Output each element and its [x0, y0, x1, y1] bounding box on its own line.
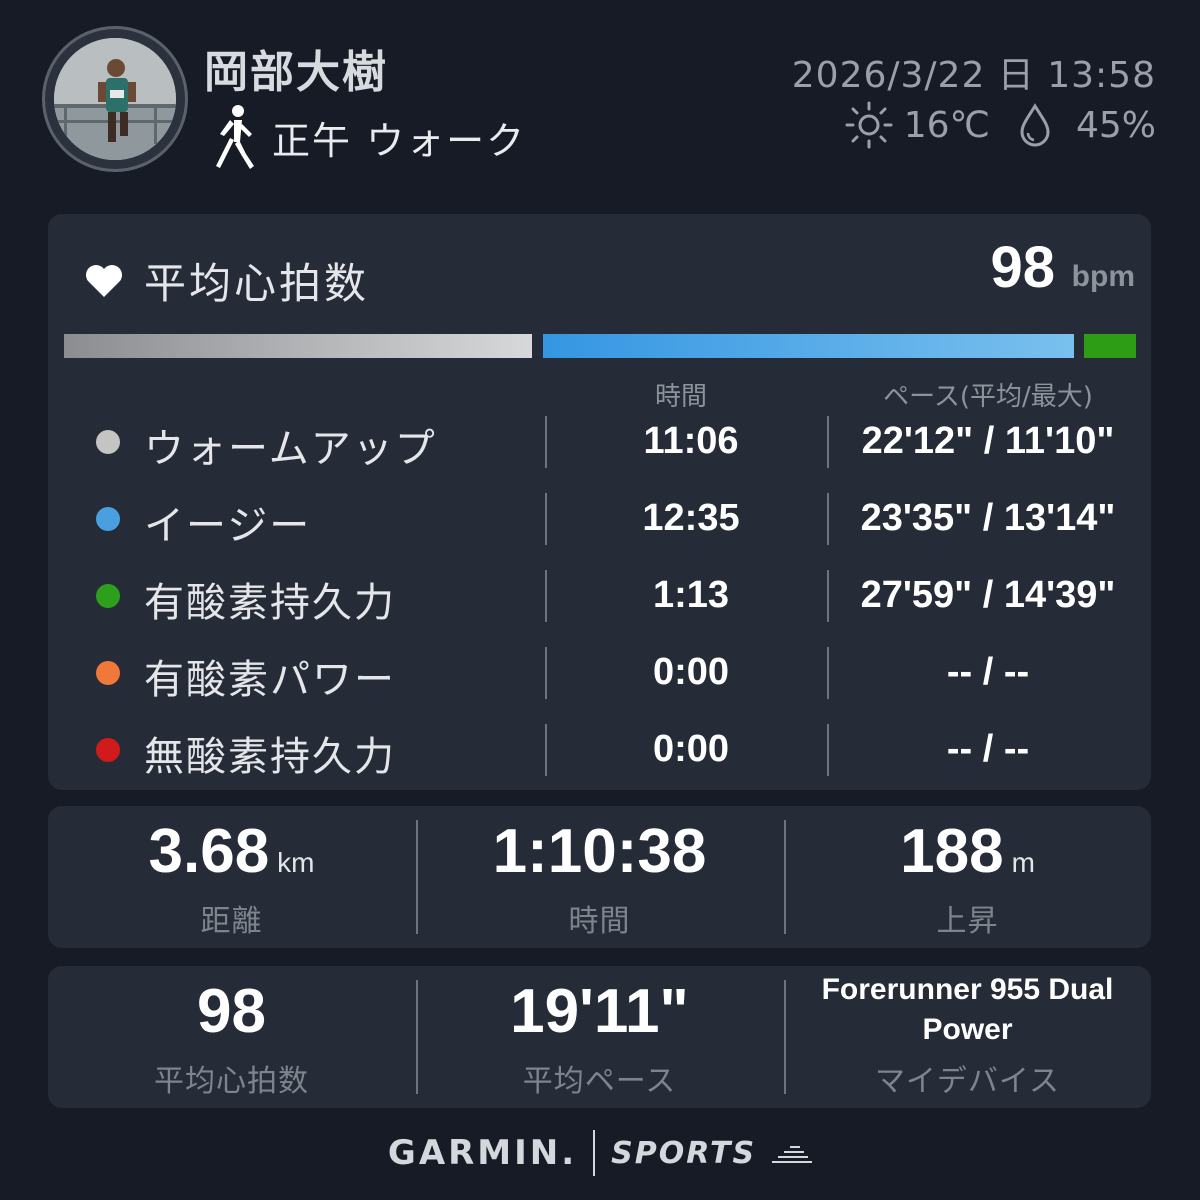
user-name: 岡部大樹 [204, 47, 388, 98]
distance-value: 3.68 [148, 817, 270, 886]
elevation-unit: m [1011, 847, 1035, 878]
divider [545, 416, 547, 468]
heart-rate-zones-card[interactable]: 平均心拍数 98 bpm 時間 ペース(平均/最大) ウォームアップ 11:06… [48, 214, 1151, 790]
sun-icon [845, 101, 893, 149]
elevation-label: 上昇 [936, 904, 999, 939]
duration-value: 1:10:38 [492, 817, 707, 886]
activity-type: 正午 ウォーク [212, 104, 526, 170]
avg-hr-label: 平均心拍数 [154, 1064, 309, 1099]
zone-row: 有酸素パワー 0:00 -- / -- [48, 645, 1151, 703]
heart-icon [86, 264, 122, 297]
hr-title: 平均心拍数 [144, 259, 370, 308]
stat-avg-heart-rate: 98 平均心拍数 [48, 966, 415, 1108]
activity-label: 正午 ウォーク [272, 118, 527, 163]
device-name: Forerunner 955 Dual Power [821, 973, 1114, 1046]
divider [545, 647, 547, 699]
zone-name: 無酸素持久力 [144, 734, 396, 780]
zone-bar-aerobic [1084, 334, 1136, 358]
zone-name: 有酸素持久力 [144, 580, 396, 626]
device-label: マイデバイス [874, 1064, 1061, 1099]
summary-stats-card[interactable]: 3.68 km 距離 1:10:38 時間 188 m 上昇 [48, 806, 1151, 948]
divider [545, 493, 547, 545]
avatar-ring[interactable] [42, 26, 188, 172]
sports-logo-mark [772, 1146, 813, 1163]
zone-pace: -- / -- [946, 728, 1030, 770]
divider [593, 1130, 596, 1176]
zone-name: ウォームアップ [144, 426, 437, 472]
avg-pace-label: 平均ペース [522, 1064, 677, 1099]
hr-unit: bpm [1071, 260, 1135, 293]
detail-stats-card[interactable]: 98 平均心拍数 19'11" 平均ペース Forerunner 955 Dua… [48, 966, 1151, 1108]
avatar[interactable] [54, 38, 176, 160]
zone-pace: -- / -- [946, 651, 1030, 693]
zone-distribution-bar [64, 334, 1136, 358]
hr-average-value: 98 [990, 235, 1055, 300]
stat-duration: 1:10:38 時間 [416, 806, 783, 948]
zone-dot-aerobic-power [96, 661, 120, 685]
garmin-logo: GARMIN. [387, 1133, 578, 1173]
zone-dot-aerobic-base [96, 584, 120, 608]
col-header-pace: ペース(平均/最大) [883, 382, 1093, 412]
stat-avg-pace: 19'11" 平均ペース [416, 966, 783, 1108]
zone-dot-warmup [96, 430, 120, 454]
activity-datetime: 2026/3/22 日 13:58 [791, 55, 1156, 96]
zone-time: 12:35 [642, 497, 740, 539]
zone-pace: 23'35" / 13'14" [860, 497, 1116, 539]
divider [827, 724, 829, 776]
water-drop-icon [1020, 103, 1050, 147]
footer-branding: GARMIN. SPORTS [0, 1130, 1200, 1176]
zone-row: ウォームアップ 11:06 22'12" / 11'10" [48, 414, 1151, 472]
walking-person-icon [216, 105, 254, 169]
zone-name: イージー [144, 503, 312, 549]
divider [827, 416, 829, 468]
divider [545, 724, 547, 776]
zone-time: 0:00 [652, 651, 730, 693]
elevation-value: 188 [900, 817, 1004, 886]
zone-time: 0:00 [652, 728, 730, 770]
zone-time: 11:06 [643, 420, 739, 462]
avg-pace-value: 19'11" [510, 977, 689, 1046]
zone-bar-warmup [64, 334, 532, 358]
zone-row: 有酸素持久力 1:13 27'59" / 14'39" [48, 568, 1151, 626]
weather: 16℃ 45% [844, 100, 1156, 150]
zone-dot-easy [96, 507, 120, 531]
col-header-time: 時間 [654, 382, 707, 412]
zone-bar-easy [543, 334, 1074, 358]
zone-row: イージー 12:35 23'35" / 13'14" [48, 491, 1151, 549]
distance-label: 距離 [200, 904, 263, 939]
hr-title-row: 平均心拍数 [84, 250, 369, 311]
divider [827, 570, 829, 622]
stat-elevation-gain: 188 m 上昇 [784, 806, 1151, 948]
sports-logo: SPORTS [611, 1135, 757, 1171]
divider [827, 493, 829, 545]
stat-device: Forerunner 955 Dual Power マイデバイス [784, 966, 1151, 1108]
zone-pace: 27'59" / 14'39" [860, 574, 1116, 616]
duration-label: 時間 [568, 904, 631, 939]
stat-distance: 3.68 km 距離 [48, 806, 415, 948]
distance-unit: km [277, 847, 315, 878]
zone-dot-anaerobic [96, 738, 120, 762]
zone-pace: 22'12" / 11'10" [861, 420, 1115, 462]
temperature: 16℃ [903, 104, 990, 146]
avatar-photo [54, 38, 176, 160]
zone-name: 有酸素パワー [144, 657, 396, 703]
divider [545, 570, 547, 622]
zone-row: 無酸素持久力 0:00 -- / -- [48, 722, 1151, 780]
zone-time: 1:13 [652, 574, 730, 616]
divider [827, 647, 829, 699]
humidity: 45% [1075, 104, 1156, 146]
avg-hr-value: 98 [197, 977, 266, 1046]
